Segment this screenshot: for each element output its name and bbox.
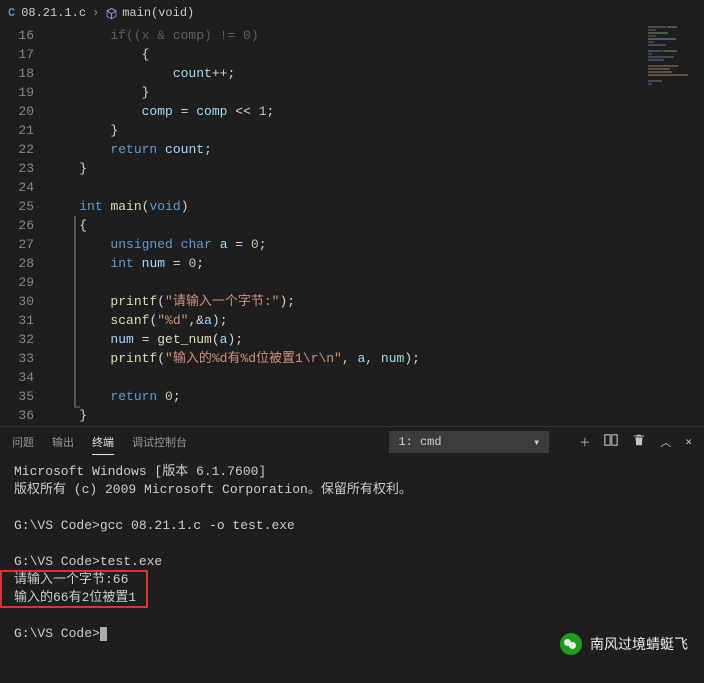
symbol-icon: [105, 7, 118, 20]
terminal-line: Microsoft Windows [版本 6.1.7600]: [14, 463, 690, 481]
minimap[interactable]: [648, 26, 704, 106]
line-gutter: 1617181920212223242526272829303132333435…: [0, 26, 48, 426]
chevron-down-icon: ▾: [533, 435, 540, 450]
watermark-text: 南风过境蜻蜓飞: [590, 634, 688, 654]
tab-terminal[interactable]: 终端: [92, 430, 114, 455]
panel-tabs: 问题 输出 终端 调试控制台 1: cmd ▾ ＋ ︿ ✕: [0, 427, 704, 457]
terminal-line: 版权所有 (c) 2009 Microsoft Corporation。保留所有…: [14, 481, 690, 499]
breadcrumb-separator: ›: [92, 6, 99, 20]
trash-icon[interactable]: [632, 433, 646, 451]
wechat-icon: [560, 633, 582, 655]
terminal-selector[interactable]: 1: cmd ▾: [389, 431, 549, 453]
tab-problems[interactable]: 问题: [12, 430, 34, 454]
terminal-line: G:\VS Code>test.exe: [14, 553, 690, 571]
split-terminal-icon[interactable]: [604, 433, 618, 451]
breadcrumb[interactable]: C 08.21.1.c › main(void): [0, 0, 704, 26]
terminal-selector-label: 1: cmd: [398, 435, 441, 449]
code-editor[interactable]: 1617181920212223242526272829303132333435…: [0, 26, 704, 426]
new-terminal-icon[interactable]: ＋: [579, 434, 590, 450]
terminal-cursor: [100, 627, 107, 641]
terminal-line: [14, 607, 690, 625]
c-file-icon: C: [8, 6, 15, 20]
tab-output[interactable]: 输出: [52, 430, 74, 454]
terminal-line: [14, 499, 690, 517]
terminal-line: G:\VS Code>gcc 08.21.1.c -o test.exe: [14, 517, 690, 535]
watermark: 南风过境蜻蜓飞: [560, 633, 688, 655]
breadcrumb-function[interactable]: main(void): [122, 6, 194, 20]
chevron-up-icon[interactable]: ︿: [660, 434, 671, 450]
code-area[interactable]: if((x & comp) != 0) { count++; } comp = …: [48, 26, 704, 426]
close-icon[interactable]: ✕: [685, 435, 692, 449]
terminal-line: [14, 535, 690, 553]
highlight-box: [0, 570, 148, 608]
breadcrumb-file[interactable]: 08.21.1.c: [21, 6, 86, 20]
tab-debug-console[interactable]: 调试控制台: [132, 430, 187, 454]
